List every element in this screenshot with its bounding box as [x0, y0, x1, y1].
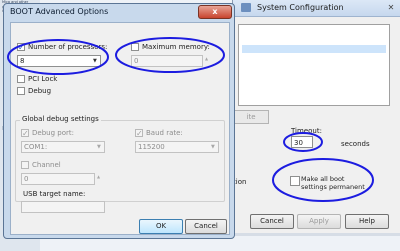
- debug-port-dropdown[interactable]: COM1: ▼: [21, 141, 105, 153]
- system-cancel-button[interactable]: Cancel: [250, 214, 294, 229]
- boot-advanced-options-dialog: BOOT Advanced Options x ✓ Number of proc…: [3, 3, 235, 239]
- baud-rate-checkbox[interactable]: ✓: [135, 129, 143, 138]
- checkmark-icon: ✓: [22, 129, 29, 138]
- checkmark-icon: ✓: [18, 43, 25, 52]
- ok-button[interactable]: OK: [139, 219, 183, 234]
- debug-checkbox[interactable]: [17, 87, 25, 95]
- timeout-label: Timeout:: [291, 127, 322, 135]
- chevron-down-icon: ▼: [211, 144, 215, 150]
- maximum-memory-label: Maximum memory:: [142, 43, 210, 51]
- maximum-memory-checkbox[interactable]: [131, 43, 139, 51]
- debug-label: Debug: [28, 87, 52, 95]
- channel-input[interactable]: 0: [21, 173, 95, 185]
- close-icon[interactable]: ✕: [384, 2, 398, 13]
- processors-dropdown[interactable]: 8 ▼: [17, 55, 101, 67]
- processors-value: 8: [20, 57, 25, 65]
- chevron-down-icon: ▼: [93, 58, 97, 64]
- timeout-input[interactable]: 30: [291, 136, 313, 148]
- processors-label: Number of processors:: [28, 43, 108, 51]
- maximum-memory-value: 0: [134, 57, 139, 65]
- make-permanent-checkbox[interactable]: [290, 176, 300, 186]
- channel-checkbox[interactable]: [21, 161, 29, 169]
- baud-rate-value: 115200: [138, 143, 165, 151]
- baud-rate-label: Baud rate:: [146, 129, 183, 137]
- spin-down-icon: [95, 179, 102, 184]
- checkmark-icon: ✓: [136, 129, 143, 138]
- window-bottom-edge: [233, 233, 400, 236]
- pci-lock-label: PCI Lock: [28, 75, 58, 83]
- chevron-down-icon: ▼: [97, 144, 101, 150]
- maximum-memory-input[interactable]: 0: [131, 55, 203, 67]
- system-config-titlebar: System Configuration ✕: [233, 0, 400, 17]
- maximum-memory-spinner[interactable]: ▲: [203, 56, 210, 66]
- selected-boot-entry[interactable]: [242, 45, 386, 53]
- debug-port-value: COM1:: [24, 143, 48, 151]
- pci-lock-checkbox[interactable]: [17, 75, 25, 83]
- system-configuration-window: System Configuration ✕ ite Timeout: 30 s…: [232, 0, 400, 236]
- system-apply-button[interactable]: Apply: [297, 214, 341, 229]
- make-permanent-label: Make all boot settings permanent: [301, 175, 365, 191]
- baud-rate-dropdown[interactable]: 115200 ▼: [135, 141, 219, 153]
- usb-target-name-input[interactable]: [21, 201, 105, 213]
- global-debug-settings-title: Global debug settings: [20, 115, 101, 123]
- system-config-title: System Configuration: [257, 3, 344, 12]
- debug-port-label: Debug port:: [32, 129, 74, 137]
- dialog-title: BOOT Advanced Options: [10, 7, 109, 16]
- timeout-unit-label: seconds: [341, 140, 370, 148]
- close-icon[interactable]: x: [198, 5, 232, 19]
- spin-down-icon: [203, 61, 210, 66]
- cancel-button[interactable]: Cancel: [185, 219, 227, 234]
- dialog-body: ✓ Number of processors: 8 ▼ Maximum memo…: [10, 22, 230, 235]
- partial-label: tion: [233, 178, 247, 186]
- debug-port-checkbox[interactable]: ✓: [21, 129, 29, 138]
- boot-entries-list[interactable]: [238, 24, 390, 106]
- system-config-app-icon: [241, 3, 251, 12]
- processors-checkbox[interactable]: ✓: [17, 43, 25, 52]
- system-help-button[interactable]: Help: [345, 214, 389, 229]
- usb-target-name-label: USB target name:: [23, 190, 86, 198]
- channel-value: 0: [24, 175, 29, 183]
- channel-label: Channel: [32, 161, 61, 169]
- channel-spinner[interactable]: ▲: [95, 174, 102, 184]
- set-as-default-button[interactable]: ite: [233, 110, 269, 124]
